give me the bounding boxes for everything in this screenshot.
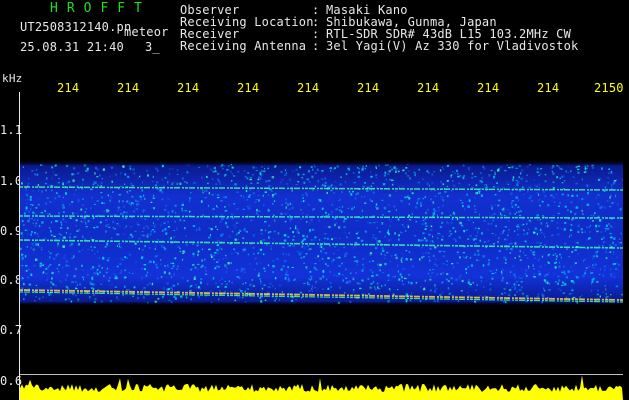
app-title: HROFFT — [50, 1, 151, 16]
datetime-label: 25.08.31 21:40 — [20, 40, 124, 54]
info-separator: : — [312, 39, 320, 53]
spectrum-band — [20, 160, 623, 306]
meteor-count: 3_ — [145, 40, 160, 54]
y-unit-label: kHz — [2, 72, 23, 85]
antenna-value: 3el Yagi(V) Az 330 for Vladivostok — [326, 39, 579, 53]
noise-floor — [20, 375, 623, 400]
meteor-label: meteor — [124, 25, 169, 39]
antenna-label: Receiving Antenna — [180, 39, 307, 53]
baseline-rule — [20, 374, 623, 375]
spectrogram — [20, 160, 623, 400]
filename-label: UT2508312140.pn — [20, 20, 132, 34]
